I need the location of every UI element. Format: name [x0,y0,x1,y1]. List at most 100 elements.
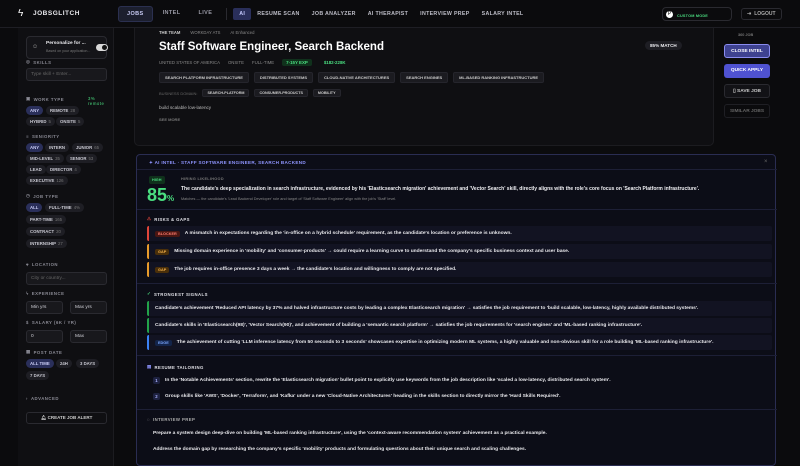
gap-tag: GAP [155,248,170,255]
ats-label: WORKDAY ATS [190,30,221,35]
check-icon: ✓ [147,291,152,296]
seniority-any[interactable]: ANY [26,143,44,152]
chip-count: 4% [73,205,80,210]
worktype-remote[interactable]: REMOTE 28 [46,106,80,115]
jobtype-fulltime[interactable]: FULL-TIME 4% [45,203,84,212]
job-analyzer-button[interactable]: JOB ANALYZER [306,8,362,20]
chip-label: REMOTE [50,108,69,113]
skills-input[interactable]: Type skill + Enter... [26,68,107,81]
post-date-label: ▦ POST DATE [26,349,62,355]
nav-tab-live[interactable]: LIVE [190,6,220,22]
personalize-card[interactable]: ☺ Personalize for ... Based on your appl… [26,36,108,59]
seniority-executive[interactable]: EXECUTIVE 126 [26,176,68,185]
chip-count: 4 [74,167,77,172]
seniority-mid[interactable]: MID-LEVEL 35 [26,154,64,163]
likelihood-text: The candidate's deep specialization in s… [181,186,700,192]
chip-count: 126 [56,178,64,183]
postdate-all-time[interactable]: ALL TIME [26,359,54,368]
salary-max-input[interactable]: Max [70,330,107,343]
create-job-alert-button[interactable]: 🔔︎ CREATE JOB ALERT [26,412,107,424]
seniority-label-text: SENIORITY [32,134,60,139]
location-input[interactable]: City or country... [26,272,107,285]
experience-max-input[interactable]: Max yrs [70,301,107,314]
job-description: build scalable low-latency [159,105,212,110]
app-logo[interactable]: ϟ JOBSGLITCH [18,8,98,19]
logout-button[interactable]: ⇥ LOGOUT [741,8,782,20]
close-intel-button[interactable]: CLOSE INTEL [724,44,770,58]
salary-intel-button[interactable]: SALARY INTEL [476,8,530,20]
seniority-lead[interactable]: LEAD [26,165,46,174]
domain-tag: CONSUMER-PRODUCTS [254,89,308,97]
advanced-toggle[interactable]: › ADVANCED [26,396,59,401]
remote-hint: 3% remote [88,96,105,106]
quick-apply-button[interactable]: QUICK APPLY [724,64,770,78]
chip-label: ALL [30,205,39,210]
chip-count: 53 [88,156,94,161]
job-worktype: ONSITE [227,60,244,65]
worktype-onsite[interactable]: ONSITE 5 [56,117,85,126]
postdate-24h[interactable]: 24H [56,359,72,368]
profile-icon: P [666,10,673,18]
seniority-director[interactable]: DIRECTOR 4 [46,165,81,174]
chip-count: 20 [56,229,61,234]
postdate-7-days[interactable]: 7 DAYS [26,371,50,380]
user-icon: ☺ [32,44,39,50]
skill-tag: SEARCH PLATFORM INFRASTRUCTURE [159,72,249,83]
skill-tag: DISTRIBUTED SYSTEMS [253,72,314,83]
resume-scan-button[interactable]: RESUME SCAN [251,8,305,20]
ai-button[interactable]: AI [233,7,252,20]
jobtype-internship[interactable]: INTERNSHIP 27 [26,239,67,248]
jobtype-parttime[interactable]: PART-TIME 165 [26,215,67,224]
postdate-3-days[interactable]: 3 DAYS [76,359,100,368]
risks-title-text: RISKS & GAPS [154,216,190,222]
step-number: 1 [153,377,160,384]
experience-max-placeholder: Max yrs [75,305,92,310]
seniority-junior[interactable]: JUNIOR 65 [72,143,104,152]
job-title[interactable]: Staff Software Engineer, Search Backend [159,41,384,53]
tailoring-item: 2 Group skills like 'AWS', 'Docker', 'Ter… [147,389,772,404]
likelihood-unit: % [167,194,175,203]
divider [137,409,777,410]
see-more-link[interactable]: SEE MORE [159,117,180,122]
nav-tab-jobs[interactable]: JOBS [118,5,153,22]
document-icon: ▤ [147,364,152,369]
layers-icon: ≡ [26,134,30,139]
interview-prep-button[interactable]: INTERVIEW PREP [414,8,475,20]
chip-label: INTERNSHIP [30,241,57,246]
job-meta: THE TEAM WORKDAY ATS AI Enhanced [159,30,254,35]
similar-jobs-button[interactable]: SIMILAR JOBS [724,104,770,118]
seniority-intern[interactable]: INTERN [45,143,69,152]
location-label: ⌖ LOCATION [26,262,58,267]
personalize-toggle[interactable] [96,44,108,51]
job-actions: 360 JOB CLOSE INTEL QUICK APPLY ▯ SAVE J… [724,28,770,146]
jobtype-contract[interactable]: CONTRACT 20 [26,227,65,236]
intel-header-text: AI INTEL · STAFF SOFTWARE ENGINEER, SEAR… [154,160,306,165]
save-job-button[interactable]: ▯ SAVE JOB [724,84,770,98]
skills-label-text: SKILLS [33,59,52,65]
risk-text: Missing domain experience in 'mobility' … [174,249,570,254]
jobtype-all[interactable]: ALL [26,203,43,212]
seniority-label: ≡ SENIORITY [26,134,60,139]
chip-label: DIRECTOR [50,167,73,172]
seniority-senior[interactable]: SENIOR 53 [66,154,98,163]
worktype-hybrid[interactable]: HYBRID 5 [26,117,55,126]
business-domain-label: BUSINESS DOMAIN: [159,90,198,96]
salary-min-input[interactable]: 0 [26,330,63,343]
nav-tab-intel[interactable]: INTEL [155,6,189,22]
advanced-label: ADVANCED [30,396,59,401]
mode-status[interactable]: P CUSTOM MODE [662,7,732,21]
job-details-row: UNITED STATES OF AMERICA ONSITE FULL-TIM… [159,59,350,66]
experience-min-input[interactable]: Min yrs [26,301,63,314]
skills-label: ◎ SKILLS [26,59,52,65]
domain-tag: MOBILITY [312,89,341,97]
worktype-any[interactable]: ANY [26,106,44,115]
blocker-tag: BLOCKER [155,230,180,237]
mode-label: CUSTOM MODE [677,14,709,18]
close-icon[interactable]: × [764,159,768,165]
ai-therapist-button[interactable]: AI THERAPIST [362,8,414,20]
match-label: 85% MATCH [650,43,677,48]
risk-text: A mismatch in expectations regarding the… [184,231,512,236]
logout-label: LOGOUT [754,11,776,17]
filter-sidebar: ☺ Personalize for ... Based on your appl… [18,28,114,466]
pin-icon: ⌖ [26,262,29,267]
